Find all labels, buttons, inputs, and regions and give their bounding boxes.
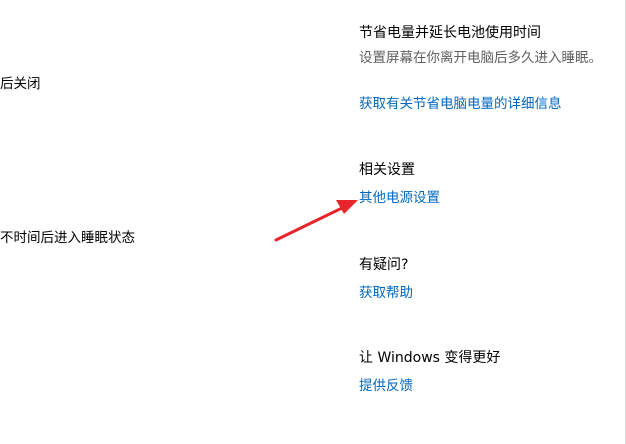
annotation-arrow-icon	[274, 200, 358, 242]
annotation-arrow-head	[336, 200, 358, 214]
power-settings-page: 后关闭 不时间后进入睡眠状态 节省电量并延长电池使用时间 设置屏幕在你离开电脑后…	[0, 0, 626, 444]
annotation-arrow-shaft	[274, 206, 344, 242]
